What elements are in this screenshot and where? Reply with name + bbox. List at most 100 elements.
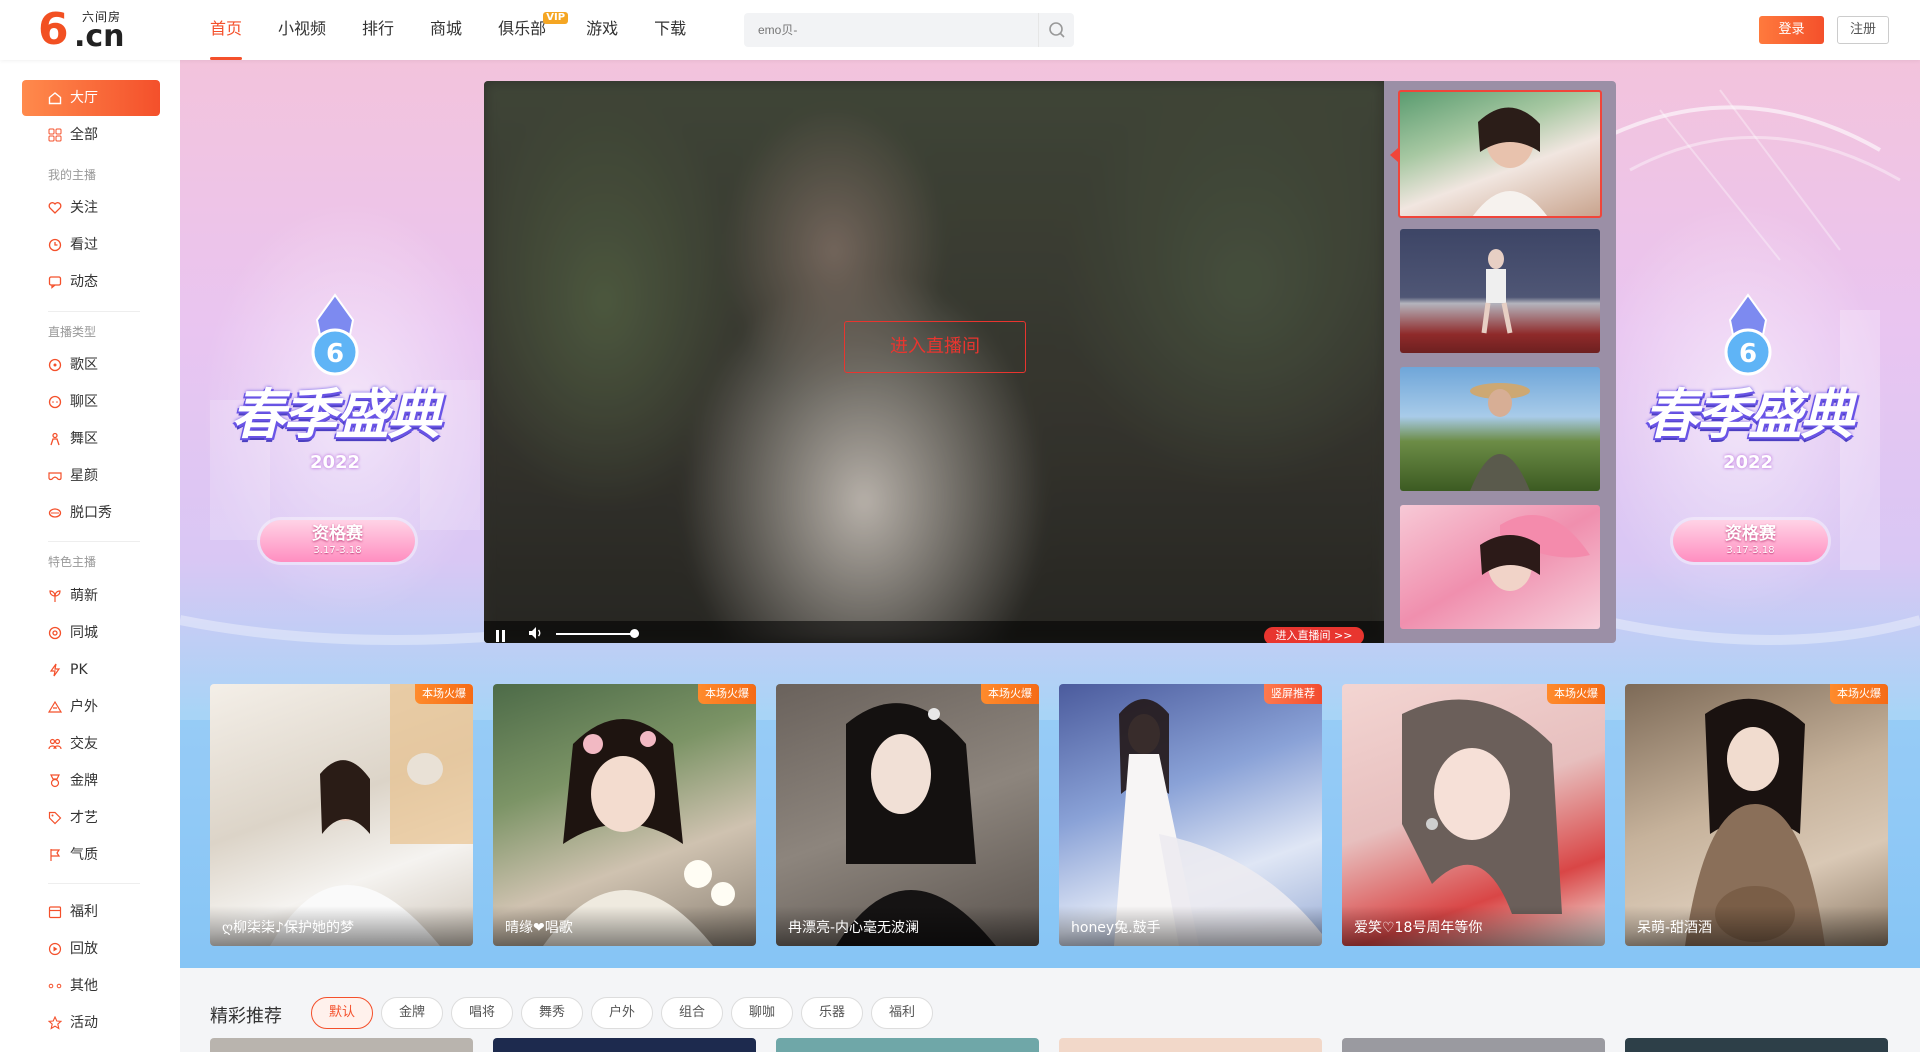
filter-chip-gold[interactable]: 金牌 [381,997,443,1029]
nav-mall[interactable]: 商城 [430,0,462,60]
sidebar-item-dance[interactable]: 舞区 [22,421,160,457]
card-title: 冉漂亮-内心毫无波澜 [776,906,1039,946]
filter-chip-default[interactable]: 默认 [311,997,373,1029]
volume-slider[interactable] [556,633,636,635]
pause-icon[interactable] [496,627,508,642]
thumbnail-stream[interactable] [1400,367,1600,491]
sidebar-item-friends[interactable]: 交友 [22,726,160,762]
nav-ranking[interactable]: 排行 [362,0,394,60]
thumbnail-stream[interactable] [1400,229,1600,353]
nav-download[interactable]: 下载 [654,0,686,60]
message-icon [48,276,62,289]
nav-club[interactable]: 俱乐部 VIP [498,0,569,60]
card-tag: 本场火爆 [698,684,756,704]
sidebar-item-local[interactable]: 同城 [22,615,160,651]
thumbnail-stream[interactable] [1400,505,1600,629]
event-dates: 3.17-3.18 [1726,545,1775,556]
mask-icon [48,472,62,481]
filter-chip-instrument[interactable]: 乐器 [801,997,863,1029]
sidebar-item-label: 全部 [70,127,98,143]
login-button[interactable]: 登录 [1759,16,1824,44]
sidebar-item-events[interactable]: 活动 [22,1005,160,1041]
thumbnail-stream[interactable] [1398,90,1602,218]
tag-icon [48,811,62,825]
card-title: ღ柳柒柒♪保护她的梦 [210,906,473,946]
recommend-card[interactable] [210,1038,473,1052]
sidebar-item-talent[interactable]: 才艺 [22,800,160,836]
volume-icon[interactable] [528,626,544,640]
card-title: 晴缘❤唱歌 [493,906,756,946]
search-input[interactable] [744,13,1038,47]
sidebar-item-talkshow[interactable]: 脱口秀 [22,495,160,531]
stream-card[interactable]: 本场火爆 晴缘❤唱歌 [493,684,756,946]
event-stage: 资格赛 [312,524,363,544]
sidebar-item-follow[interactable]: 关注 [22,190,160,226]
filter-chip-dance[interactable]: 舞秀 [521,997,583,1029]
card-tag: 本场火爆 [415,684,473,704]
filter-chip-outdoor[interactable]: 户外 [591,997,653,1029]
stream-card[interactable]: 本场火爆 冉漂亮-内心毫无波澜 [776,684,1039,946]
stream-card[interactable]: 竖屏推荐 honey兔.鼓手 [1059,684,1322,946]
recommend-card[interactable] [1342,1038,1605,1052]
recommend-card[interactable] [1059,1038,1322,1052]
mouth-icon [48,508,62,518]
sidebar-item-label: 才艺 [70,810,98,826]
card-tag: 本场火爆 [1830,684,1888,704]
sidebar-item-beauty[interactable]: 星颜 [22,458,160,494]
sidebar-item-gold[interactable]: 金牌 [22,763,160,799]
clock-icon [48,238,62,252]
volume-slider-knob[interactable] [630,629,639,638]
register-button[interactable]: 注册 [1837,16,1889,44]
nav-games[interactable]: 游戏 [586,0,618,60]
sidebar-item-pk[interactable]: PK [22,652,160,688]
section-faint-heading [210,652,215,672]
svg-text:6: 6 [326,339,344,369]
enter-room-button[interactable]: 进入直播间 [844,321,1026,373]
stream-card[interactable]: 本场火爆 呆萌-甜酒酒 [1625,684,1888,946]
sidebar-item-label: 大厅 [70,90,98,106]
live-video-player[interactable]: 进入直播间 进入直播间 >> [484,81,1384,643]
sidebar-item-lobby[interactable]: 大厅 [22,80,160,116]
sidebar-item-outdoor[interactable]: 户外 [22,689,160,725]
sidebar-item-replay[interactable]: 回放 [22,931,160,967]
sidebar-item-elegance[interactable]: 气质 [22,837,160,873]
sidebar-item-label: 脱口秀 [70,505,112,521]
nav-short-video[interactable]: 小视频 [278,0,326,60]
grid-icon [48,128,62,142]
filter-chip-singer[interactable]: 唱将 [451,997,513,1029]
enter-room-small-button[interactable]: 进入直播间 >> [1264,627,1364,643]
recommend-card[interactable] [493,1038,756,1052]
main-nav: 首页 小视频 排行 商城 俱乐部 VIP 游戏 下载 [210,0,722,60]
site-logo[interactable]: 6 .cn 六间房 [38,8,133,52]
sidebar-item-label: 其他 [70,978,98,994]
card-tag: 本场火爆 [1547,684,1605,704]
stream-card[interactable]: 本场火爆 ღ柳柒柒♪保护她的梦 [210,684,473,946]
sidebar-item-other[interactable]: 其他 [22,968,160,1004]
sidebar-divider [48,311,140,312]
sidebar-item-songs[interactable]: 歌区 [22,347,160,383]
event-badge-left[interactable]: 6 春季盛典 2022 资格赛 3.17-3.18 [200,290,470,570]
nav-home[interactable]: 首页 [210,0,243,60]
lightning-icon [49,663,61,677]
event-badge-right[interactable]: 6 春季盛典 2022 资格赛 3.17-3.18 [1613,290,1883,570]
more-icon [48,983,62,989]
chat-icon [48,395,62,409]
search-button[interactable] [1038,13,1074,47]
sidebar-item-welfare[interactable]: 福利 [22,894,160,930]
sidebar-item-newbie[interactable]: 萌新 [22,578,160,614]
stream-card[interactable]: 本场火爆 爱笑♡18号周年等你 [1342,684,1605,946]
sidebar-item-feed[interactable]: 动态 [22,264,160,300]
sidebar-item-chat[interactable]: 聊区 [22,384,160,420]
sidebar-item-label: PK [70,662,88,678]
sidebar-divider [48,883,140,884]
filter-chip-chat[interactable]: 聊咖 [731,997,793,1029]
recommend-card[interactable] [776,1038,1039,1052]
streamer-photo [1473,107,1547,216]
recommend-card[interactable] [1625,1038,1888,1052]
sidebar-item-label: 聊区 [70,394,98,410]
sidebar-item-all[interactable]: 全部 [22,117,160,153]
left-sidebar: 大厅 全部 我的主播 关注 看过 动态 直播类型 歌区 聊区 舞区 星颜 脱口秀… [0,60,180,1052]
sidebar-item-history[interactable]: 看过 [22,227,160,263]
filter-chip-welfare[interactable]: 福利 [871,997,933,1029]
filter-chip-group[interactable]: 组合 [661,997,723,1029]
